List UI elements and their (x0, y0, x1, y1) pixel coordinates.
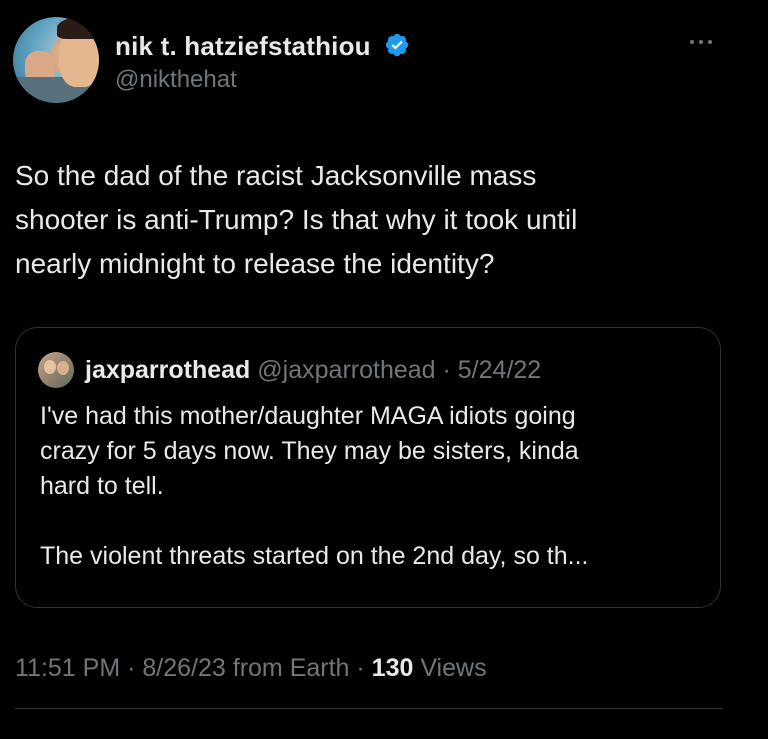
more-dots-icon (690, 40, 712, 44)
more-horizontal-icon[interactable] (688, 30, 728, 54)
author-name-row[interactable]: nik t. hatziefstathiou (115, 31, 410, 62)
tweet-source: from Earth (225, 654, 350, 682)
tweet-container: nik t. hatziefstathiou @nikthehat So the… (0, 0, 768, 739)
quoted-tweet-text: I've had this mother/daughter MAGA idiot… (40, 402, 589, 570)
quoted-author-avatar[interactable] (38, 352, 74, 388)
avatar-hair (57, 17, 99, 39)
quoted-avatar-figure-2 (57, 361, 69, 375)
quoted-author-handle[interactable]: @jaxparrothead (257, 356, 435, 384)
tweet-meta: 11:51 PM · 8/26/23 from Earth · 130 View… (15, 654, 487, 683)
tweet-text: So the dad of the racist Jacksonville ma… (15, 160, 578, 279)
divider (15, 708, 723, 709)
author-avatar[interactable] (13, 17, 99, 103)
author-handle[interactable]: @nikthehat (115, 66, 237, 94)
author-display-name[interactable]: nik t. hatziefstathiou (115, 31, 371, 61)
quoted-author-name[interactable]: jaxparrothead (85, 356, 250, 384)
quoted-avatar-figure-1 (44, 360, 56, 374)
meta-separator: · (120, 654, 143, 682)
quoted-tweet-header: jaxparrothead @jaxparrothead · 5/24/22 (85, 356, 541, 385)
quoted-date[interactable]: 5/24/22 (458, 356, 541, 384)
views-label: Views (413, 654, 487, 682)
verified-badge-icon (386, 33, 409, 57)
quoted-separator: · (435, 356, 458, 384)
meta-separator-2: · (349, 654, 372, 682)
tweet-time[interactable]: 11:51 PM (15, 654, 120, 682)
tweet-date[interactable]: 8/26/23 (142, 654, 225, 682)
views-count: 130 (371, 654, 414, 682)
quoted-tweet[interactable]: jaxparrothead @jaxparrothead · 5/24/22 I… (15, 327, 721, 608)
